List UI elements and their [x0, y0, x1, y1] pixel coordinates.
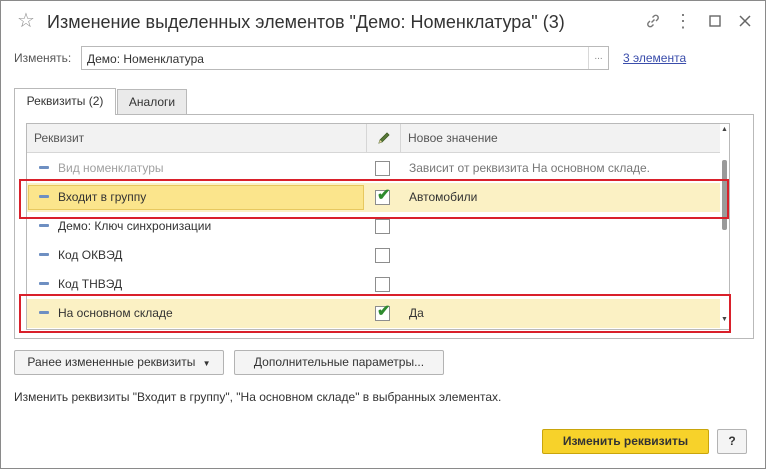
- scroll-down-icon[interactable]: ▼: [721, 316, 728, 324]
- extra-params-button[interactable]: Дополнительные параметры...: [234, 350, 444, 375]
- change-label: Изменять:: [14, 51, 72, 65]
- row-checkbox[interactable]: [375, 161, 390, 176]
- help-button[interactable]: ?: [717, 429, 747, 454]
- attributes-table: Реквизит Новое значение Вид номенклатуры…: [26, 123, 730, 330]
- tab-analogs[interactable]: Аналоги: [117, 89, 187, 115]
- row-new-value[interactable]: Автомобили: [409, 183, 477, 212]
- link-icon[interactable]: [643, 11, 663, 31]
- table-row[interactable]: На основном складе ✔ Да: [27, 299, 720, 328]
- dropdown-arrow-icon: ▼: [202, 359, 211, 368]
- row-attribute-name: Вид номенклатуры: [58, 161, 164, 175]
- attribute-icon: [39, 166, 49, 169]
- row-attribute-name: Входит в группу: [58, 190, 147, 204]
- change-object-value: Демо: Номенклатура: [87, 52, 204, 66]
- row-new-value[interactable]: Зависит от реквизита На основном складе.: [409, 154, 650, 183]
- previous-attributes-button[interactable]: Ранее измененные реквизиты ▼: [14, 350, 224, 375]
- previous-attributes-label: Ранее измененные реквизиты: [27, 355, 196, 369]
- table-row[interactable]: Код ОКВЭД: [27, 241, 720, 270]
- maximize-icon[interactable]: [705, 11, 725, 31]
- elements-link[interactable]: 3 элемента: [623, 51, 686, 65]
- check-icon: ✔: [377, 187, 391, 204]
- dialog-window: ☆ Изменение выделенных элементов "Демо: …: [0, 0, 766, 469]
- attribute-icon: [39, 224, 49, 227]
- attribute-icon: [39, 195, 49, 198]
- change-object-field[interactable]: Демо: Номенклатура ...: [81, 46, 609, 70]
- row-checkbox[interactable]: ✔: [375, 303, 391, 321]
- row-attribute-name: Код ОКВЭД: [58, 248, 123, 262]
- row-checkbox[interactable]: [375, 248, 390, 263]
- info-text: Изменить реквизиты "Входит в группу", "Н…: [14, 390, 502, 404]
- row-checkbox[interactable]: [375, 277, 390, 292]
- row-checkbox[interactable]: [375, 219, 390, 234]
- scroll-thumb[interactable]: [722, 160, 727, 230]
- row-attribute-name: На основном складе: [58, 306, 173, 320]
- apply-attributes-button[interactable]: Изменить реквизиты: [542, 429, 709, 454]
- attribute-icon: [39, 311, 49, 314]
- star-icon[interactable]: ☆: [17, 11, 35, 31]
- row-attribute-name: Демо: Ключ синхронизации: [58, 219, 212, 233]
- row-attribute-name: Код ТНВЭД: [58, 277, 123, 291]
- table-header: Реквизит Новое значение: [27, 124, 720, 153]
- tab-attributes[interactable]: Реквизиты (2): [14, 88, 116, 115]
- pencil-icon: [367, 124, 401, 153]
- table-row[interactable]: Код ТНВЭД: [27, 270, 720, 299]
- column-attribute[interactable]: Реквизит: [27, 124, 367, 153]
- table-row[interactable]: Демо: Ключ синхронизации: [27, 212, 720, 241]
- attribute-icon: [39, 282, 49, 285]
- check-icon: ✔: [377, 303, 391, 320]
- table-row[interactable]: Входит в группу ✔ Автомобили: [27, 183, 720, 212]
- title-bar: ☆ Изменение выделенных элементов "Демо: …: [1, 1, 765, 43]
- row-checkbox[interactable]: ✔: [375, 187, 391, 205]
- window-title: Изменение выделенных элементов "Демо: Но…: [47, 12, 565, 32]
- select-button[interactable]: ...: [588, 47, 608, 69]
- more-icon[interactable]: ⋮: [673, 11, 693, 31]
- table-row[interactable]: Вид номенклатуры Зависит от реквизита На…: [27, 154, 720, 183]
- column-new-value[interactable]: Новое значение: [401, 124, 720, 153]
- scroll-up-icon[interactable]: ▲: [721, 126, 728, 134]
- attribute-icon: [39, 253, 49, 256]
- close-icon[interactable]: [735, 11, 755, 31]
- row-new-value[interactable]: Да: [409, 299, 424, 328]
- table-scrollbar[interactable]: ▲ ▼: [720, 124, 729, 329]
